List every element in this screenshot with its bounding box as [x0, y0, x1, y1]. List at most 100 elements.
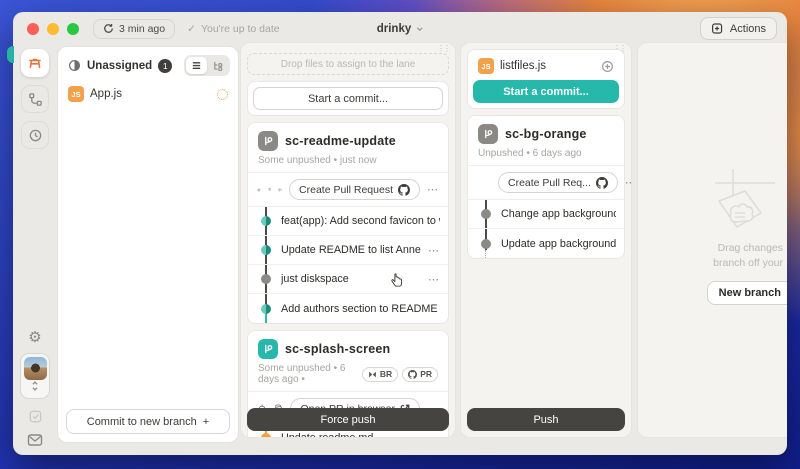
- branch-badge-icon: [478, 124, 498, 144]
- settings-button[interactable]: ⚙: [28, 330, 41, 345]
- gitbutler-icon: [368, 370, 377, 379]
- force-push-label: Force push: [320, 414, 375, 426]
- copy-icon[interactable]: [268, 183, 272, 196]
- project-switcher[interactable]: [20, 353, 50, 399]
- commit-row[interactable]: just diskspace ⋯: [248, 265, 448, 294]
- push-label: Push: [533, 414, 558, 426]
- target-icon[interactable]: [257, 183, 261, 197]
- branch-meta: Unpushed • 6 days ago: [478, 148, 614, 159]
- branch-toolbar: Create Pull Req... ⋯: [468, 165, 624, 199]
- file-dropzone[interactable]: Drop files to assign to the lane: [247, 53, 449, 75]
- list-view-icon: [191, 60, 202, 71]
- minimize-window-button[interactable]: [47, 23, 59, 35]
- chevron-updown-icon: [30, 380, 40, 392]
- branch-header[interactable]: sc-readme-update Some unpushed • just no…: [248, 123, 448, 172]
- commit-dot: [481, 239, 491, 249]
- branch-toolbar: Create Pull Request ⋯: [248, 172, 448, 206]
- branch-name: sc-splash-screen: [285, 342, 390, 356]
- start-commit-button[interactable]: Start a commit...: [253, 87, 443, 110]
- commit-dot: [261, 216, 271, 226]
- close-window-button[interactable]: [27, 23, 39, 35]
- new-branch-canvas[interactable]: Drag changes branch off your New branch: [637, 42, 787, 438]
- check-icon: ✓: [187, 23, 196, 35]
- unassigned-title: Unassigned: [87, 60, 152, 72]
- push-button[interactable]: Push: [467, 408, 625, 431]
- github-icon: [398, 184, 410, 196]
- commit-to-new-branch-button[interactable]: Commit to new branch +: [66, 409, 230, 434]
- drag-hint-line2: branch off your: [713, 256, 783, 271]
- file-row[interactable]: JS listfiles.js: [473, 55, 619, 80]
- br-pill-label: BR: [380, 369, 392, 379]
- file-name: App.js: [90, 88, 122, 100]
- workspace-icon: [27, 55, 43, 71]
- commit-message: Update app background color t...: [501, 238, 616, 250]
- js-file-badge: JS: [478, 58, 494, 74]
- lane-bg-orange: ⋮⋮ JS listfiles.js Start a commit... sc-…: [460, 42, 632, 438]
- tasks-icon[interactable]: [28, 409, 43, 424]
- commit-dot: [261, 304, 271, 314]
- drag-sketch-illustration: [673, 161, 787, 251]
- branch-card-readme: sc-readme-update Some unpushed • just no…: [247, 122, 449, 324]
- create-pr-button[interactable]: Create Pull Req...: [498, 172, 618, 193]
- commit-message: Update README to list Anne as primar...: [281, 244, 422, 256]
- commit-list: feat(app): Add second favicon to web con…: [248, 206, 448, 323]
- sync-button[interactable]: 3 min ago: [93, 19, 175, 39]
- new-branch-label: New branch: [719, 287, 781, 299]
- view-toggle: [184, 55, 230, 76]
- actions-label: Actions: [730, 23, 766, 35]
- circle-plus-icon[interactable]: [601, 60, 614, 73]
- add-review-icon[interactable]: [278, 183, 282, 197]
- lane-drag-handle[interactable]: ⋮⋮: [437, 44, 449, 53]
- tree-view-button[interactable]: [207, 57, 228, 74]
- branch-header[interactable]: sc-splash-screen Some unpushed • 6 days …: [248, 331, 448, 391]
- branch-menu-button[interactable]: ⋯: [625, 176, 632, 189]
- github-icon: [408, 370, 417, 379]
- chevron-down-icon: [415, 25, 423, 33]
- plus-icon: +: [203, 416, 209, 428]
- branch-badge-icon: [258, 339, 278, 359]
- force-push-button[interactable]: Force push: [247, 408, 449, 431]
- commit-menu-button[interactable]: ⋯: [422, 273, 440, 286]
- commit-message: just diskspace: [281, 273, 349, 285]
- branches-tab[interactable]: [21, 85, 49, 113]
- br-pill[interactable]: BR: [362, 367, 398, 382]
- avatar: [24, 357, 47, 380]
- project-title-dropdown[interactable]: drinky: [377, 23, 424, 35]
- workspace-tab[interactable]: [21, 49, 49, 77]
- drag-hint-text: Drag changes branch off your: [713, 241, 783, 271]
- unassigned-count-badge: 1: [158, 59, 172, 73]
- commit-row[interactable]: feat(app): Add second favicon to web con…: [248, 207, 448, 236]
- list-view-button[interactable]: [186, 57, 207, 74]
- pr-pill[interactable]: PR: [402, 367, 438, 382]
- unassigned-icon: [68, 59, 81, 72]
- commit-row[interactable]: Update README to list Anne as primar... …: [248, 236, 448, 265]
- mail-icon[interactable]: [27, 433, 43, 447]
- branch-menu-button[interactable]: ⋯: [427, 183, 439, 196]
- commit-menu-button[interactable]: ⋯: [422, 244, 440, 257]
- commit-row[interactable]: Change app background color t...: [468, 200, 624, 229]
- create-pr-button[interactable]: Create Pull Request: [289, 179, 420, 200]
- commit-list: Change app background color t... Update …: [468, 199, 624, 258]
- commit-row[interactable]: Add authors section to README file: [248, 294, 448, 323]
- zoom-window-button[interactable]: [67, 23, 79, 35]
- actions-button[interactable]: Actions: [700, 17, 777, 40]
- create-pr-label: Create Pull Request: [299, 184, 393, 196]
- start-commit-button[interactable]: Start a commit...: [473, 80, 619, 103]
- new-branch-button[interactable]: New branch: [707, 281, 787, 305]
- commit-message: Add authors section to README file: [281, 303, 440, 315]
- traffic-lights: [27, 23, 79, 35]
- unassigned-panel: Unassigned 1 JS App.js Commit to new bra…: [57, 46, 239, 443]
- history-icon: [28, 128, 43, 143]
- commit-row[interactable]: Update app background color t...: [468, 229, 624, 258]
- commit-message: Update readme.md: [281, 432, 373, 438]
- branch-name: sc-bg-orange: [505, 127, 587, 141]
- mouse-cursor-pointer: [390, 273, 403, 288]
- pr-pill-label: PR: [420, 369, 432, 379]
- file-row[interactable]: JS App.js: [58, 82, 238, 106]
- commit-dot: [261, 274, 271, 284]
- history-tab[interactable]: [21, 121, 49, 149]
- start-commit-label: Start a commit...: [308, 93, 388, 105]
- branch-header[interactable]: sc-bg-orange Unpushed • 6 days ago: [468, 116, 624, 165]
- start-commit-card: Start a commit...: [247, 81, 449, 116]
- sync-icon: [103, 23, 114, 34]
